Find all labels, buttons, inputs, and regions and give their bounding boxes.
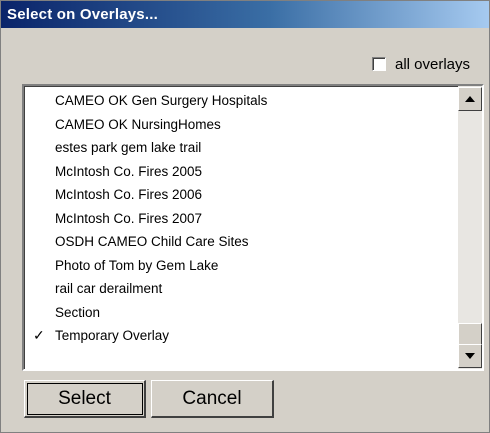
checkmark-icon: ✓ bbox=[33, 327, 45, 343]
list-item-label: McIntosh Co. Fires 2006 bbox=[55, 187, 203, 202]
list-item-label: CAMEO OK Gen Surgery Hospitals bbox=[55, 93, 268, 108]
list-item[interactable]: McIntosh Co. Fires 2005 bbox=[24, 160, 456, 184]
title-bar[interactable]: Select on Overlays... bbox=[1, 1, 489, 28]
cancel-button[interactable]: Cancel bbox=[151, 380, 274, 418]
list-item[interactable]: McIntosh Co. Fires 2007 bbox=[24, 207, 456, 231]
list-item-label: Temporary Overlay bbox=[55, 328, 170, 343]
list-item-label: estes park gem lake trail bbox=[55, 140, 202, 155]
scroll-down-button[interactable] bbox=[458, 344, 482, 368]
arrow-down-icon bbox=[465, 353, 475, 359]
list-item-checked[interactable]: ✓ Temporary Overlay bbox=[24, 324, 456, 348]
scroll-thumb[interactable] bbox=[458, 323, 482, 345]
list-item[interactable]: Section bbox=[24, 301, 456, 325]
list-item[interactable]: Photo of Tom by Gem Lake bbox=[24, 254, 456, 278]
all-overlays-label: all overlays bbox=[395, 55, 471, 73]
all-overlays-checkbox[interactable] bbox=[372, 57, 386, 71]
select-on-overlays-dialog: Select on Overlays... all overlays CAMEO… bbox=[0, 0, 490, 433]
list-item-label: McIntosh Co. Fires 2005 bbox=[55, 163, 203, 179]
list-item-label: OSDH CAMEO Child Care Sites bbox=[55, 234, 249, 249]
list-item[interactable]: McIntosh Co. Fires 2006 bbox=[24, 183, 456, 207]
list-item-label: rail car derailment bbox=[55, 281, 163, 296]
list-item-label: Photo of Tom by Gem Lake bbox=[55, 257, 219, 273]
window-title: Select on Overlays... bbox=[7, 6, 158, 23]
list-item[interactable]: CAMEO OK Gen Surgery Hospitals bbox=[24, 89, 456, 113]
select-button[interactable]: Select bbox=[24, 380, 146, 418]
vertical-scrollbar[interactable] bbox=[458, 86, 482, 369]
list-item-label: CAMEO OK NursingHomes bbox=[55, 116, 221, 132]
all-overlays-option[interactable]: all overlays bbox=[372, 53, 489, 75]
scroll-up-button[interactable] bbox=[458, 87, 482, 111]
list-item[interactable]: rail car derailment bbox=[24, 277, 456, 301]
list-item-label: McIntosh Co. Fires 2007 bbox=[55, 210, 203, 226]
overlay-list: CAMEO OK Gen Surgery Hospitals CAMEO OK … bbox=[24, 89, 456, 348]
list-item[interactable]: OSDH CAMEO Child Care Sites bbox=[24, 230, 456, 254]
arrow-up-icon bbox=[465, 96, 475, 102]
list-item[interactable]: estes park gem lake trail bbox=[24, 136, 456, 160]
list-item[interactable]: CAMEO OK NursingHomes bbox=[24, 113, 456, 137]
overlay-listbox[interactable]: CAMEO OK Gen Surgery Hospitals CAMEO OK … bbox=[22, 84, 484, 371]
list-item-label: Section bbox=[55, 304, 101, 320]
